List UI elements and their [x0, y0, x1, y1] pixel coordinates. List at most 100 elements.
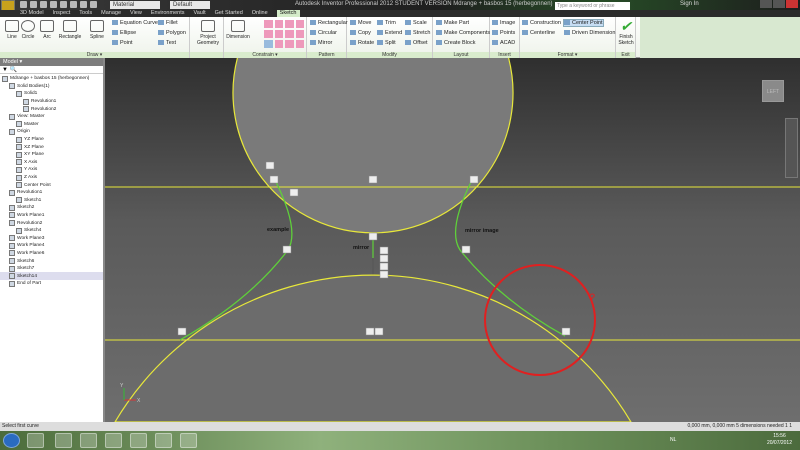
split-button[interactable]: Split — [377, 40, 396, 46]
tree-item[interactable]: Solid1 — [0, 90, 103, 98]
close-button[interactable] — [786, 0, 798, 8]
tree-item[interactable]: Sketch4 — [0, 227, 103, 235]
tree-item[interactable]: X Axis — [0, 159, 103, 167]
constraint-glyph[interactable] — [561, 327, 571, 336]
tree-item[interactable]: Center Point — [0, 181, 103, 189]
constraint-glyph[interactable] — [469, 175, 479, 184]
rectangular-pattern-button[interactable]: Rectangular — [310, 20, 348, 26]
extend-button[interactable]: Extend — [377, 30, 402, 36]
tab-3d-model[interactable]: 3D Model — [20, 10, 44, 17]
coincident-constraint-icon[interactable] — [274, 30, 283, 38]
office-taskbar-icon[interactable] — [55, 433, 72, 448]
tree-item[interactable]: Work Plane3 — [0, 234, 103, 242]
tab-view[interactable]: View — [130, 10, 142, 17]
tree-item[interactable]: Sketch6 — [0, 257, 103, 265]
concentric-constraint-icon[interactable] — [295, 40, 304, 48]
tab-sketch[interactable]: Sketch — [276, 10, 300, 17]
maximize-button[interactable] — [773, 0, 785, 8]
graphics-viewport[interactable]: example mirror mirror image ? X Y — [105, 58, 800, 422]
polygon-button[interactable]: Polygon — [158, 30, 186, 36]
material-dropdown[interactable]: Material — [110, 1, 160, 9]
top-circle[interactable] — [232, 58, 514, 234]
smooth-constraint-icon[interactable] — [264, 40, 273, 48]
make-part-button[interactable]: Make Part — [436, 20, 469, 26]
appearance-dropdown[interactable]: Default — [170, 1, 210, 9]
constraint-glyph[interactable] — [379, 246, 389, 255]
tab-online[interactable]: Online — [252, 10, 268, 17]
app-taskbar-icon[interactable] — [80, 433, 97, 448]
new-icon[interactable] — [20, 1, 27, 8]
project-geometry-button[interactable]: Project Geometry — [195, 20, 221, 46]
tree-item[interactable]: Revolution1 — [0, 189, 103, 197]
navigation-bar[interactable] — [785, 118, 798, 178]
points-button[interactable]: Points — [492, 30, 515, 36]
constraint-glyph[interactable] — [379, 254, 389, 263]
dimension-button[interactable]: Dimension — [226, 20, 250, 40]
select-icon[interactable] — [90, 1, 97, 8]
explorer-taskbar-icon[interactable] — [27, 433, 44, 448]
tangent-constraint-icon[interactable] — [285, 20, 294, 28]
tree-item[interactable]: Z Axis — [0, 174, 103, 182]
browser-title[interactable]: Model ▾ — [0, 58, 103, 66]
make-components-button[interactable]: Make Components — [436, 30, 490, 36]
circular-pattern-button[interactable]: Circular — [310, 30, 337, 36]
undo-icon[interactable] — [50, 1, 57, 8]
constraint-glyph[interactable] — [265, 161, 275, 170]
find-icon[interactable]: 🔍 — [10, 67, 17, 73]
vertical-constraint-icon[interactable] — [295, 30, 304, 38]
scale-button[interactable]: Scale — [405, 20, 427, 26]
constraint-glyph[interactable] — [379, 270, 389, 279]
constraint-glyph[interactable] — [461, 245, 471, 254]
copy-button[interactable]: Copy — [350, 30, 371, 36]
bottom-circle[interactable] — [114, 274, 632, 422]
tree-item[interactable]: Sketch2 — [0, 204, 103, 212]
tree-item[interactable]: End of Part — [0, 280, 103, 288]
stretch-button[interactable]: Stretch — [405, 30, 430, 36]
redo-icon[interactable] — [60, 1, 67, 8]
browser-taskbar-icon[interactable] — [180, 433, 197, 448]
filter-icon[interactable]: ▼ — [2, 67, 8, 73]
rotate-button[interactable]: Rotate — [350, 40, 374, 46]
tab-tools[interactable]: Tools — [79, 10, 92, 17]
horizontal-constraint-icon[interactable] — [285, 30, 294, 38]
tree-item[interactable]: Solid Bodies(1) — [0, 83, 103, 91]
fillet-button[interactable]: Fillet — [158, 20, 178, 26]
ellipse-button[interactable]: Ellipse — [112, 30, 136, 36]
open-icon[interactable] — [30, 1, 37, 8]
arc-button[interactable]: Arc — [35, 20, 59, 40]
constraint-glyph[interactable] — [379, 262, 389, 271]
text-button[interactable]: Text — [158, 40, 176, 46]
tab-inspect[interactable]: Inspect — [53, 10, 71, 17]
tree-item[interactable]: YZ Plane — [0, 136, 103, 144]
tree-item[interactable]: Revolution2 — [0, 105, 103, 113]
save-icon[interactable] — [40, 1, 47, 8]
trim-button[interactable]: Trim — [377, 20, 396, 26]
view-cube[interactable]: LEFT — [762, 80, 784, 102]
collinear-constraint-icon[interactable] — [264, 30, 273, 38]
tree-item[interactable]: Revolution1 — [0, 98, 103, 106]
tree-item[interactable]: Mdrange + basbos 15 (herbegonnen) — [0, 75, 103, 83]
tree-item[interactable]: XZ Plane — [0, 143, 103, 151]
spline-button[interactable]: Spline — [85, 20, 109, 40]
parallel-constraint-icon[interactable] — [274, 20, 283, 28]
constraint-glyph[interactable] — [289, 188, 299, 197]
centerline-button[interactable]: Centerline — [522, 30, 555, 36]
equal-constraint-icon[interactable] — [285, 40, 294, 48]
tree-item[interactable]: Master — [0, 121, 103, 129]
tab-environments[interactable]: Environments — [151, 10, 185, 17]
tree-item[interactable]: Work Plane1 — [0, 212, 103, 220]
system-tray-language[interactable]: NL — [670, 437, 676, 443]
construction-button[interactable]: Construction — [522, 20, 561, 26]
offset-button[interactable]: Offset — [405, 40, 428, 46]
finish-sketch-button[interactable]: ✔ Finish Sketch — [614, 19, 638, 46]
create-block-button[interactable]: Create Block — [436, 40, 476, 46]
constraint-glyph[interactable] — [368, 175, 378, 184]
image-button[interactable]: Image — [492, 20, 515, 26]
sign-in-button[interactable]: Sign In — [680, 1, 699, 7]
tab-manage[interactable]: Manage — [101, 10, 121, 17]
sketch-canvas[interactable]: example mirror mirror image ? X Y — [105, 58, 800, 422]
tree-item[interactable]: Revolution2 — [0, 219, 103, 227]
tree-item[interactable]: Sketch1 — [0, 197, 103, 205]
equation-curve-button[interactable]: Equation Curve — [112, 20, 158, 26]
mirror-button[interactable]: Mirror — [310, 40, 332, 46]
